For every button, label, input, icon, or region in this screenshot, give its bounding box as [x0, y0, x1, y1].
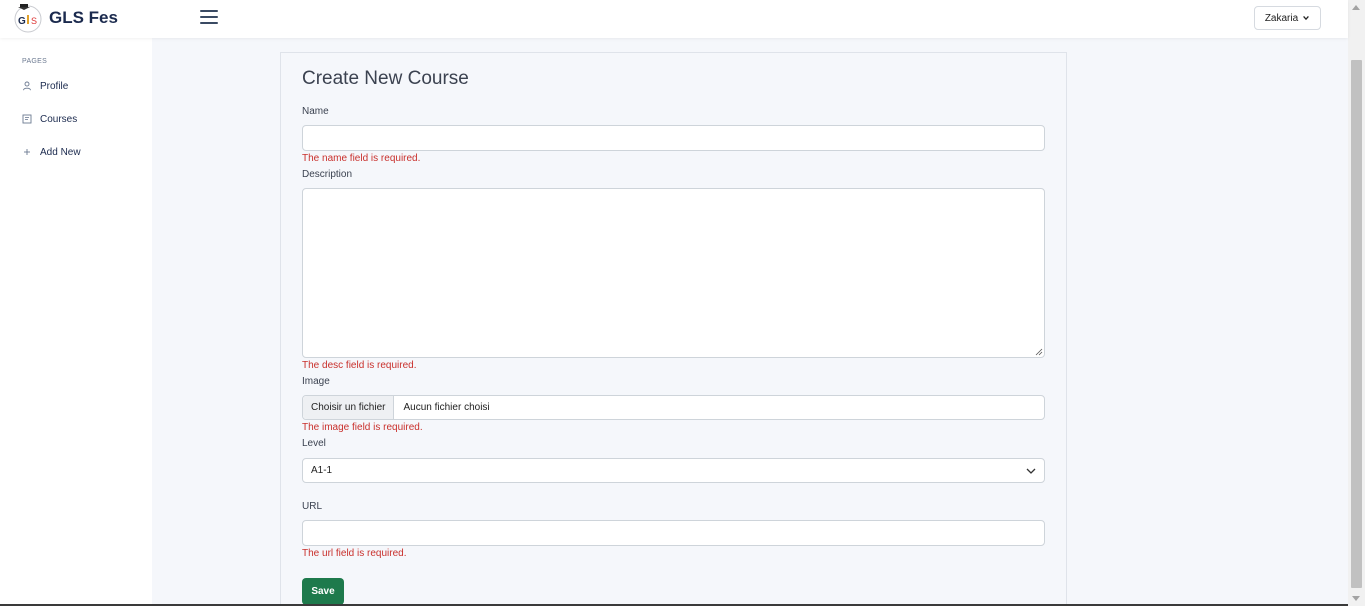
scroll-up-arrow-icon[interactable] — [1352, 5, 1360, 10]
resize-grip-icon[interactable] — [1035, 348, 1043, 356]
save-button[interactable]: Save — [302, 578, 344, 605]
menu-toggle-icon[interactable] — [200, 10, 218, 26]
sidebar-item-label: Courses — [40, 113, 78, 125]
brand[interactable]: G S GLS Fes — [11, 2, 118, 34]
image-file-input[interactable]: Choisir un fichier Aucun fichier choisi — [302, 395, 1045, 420]
image-label: Image — [302, 376, 330, 387]
url-error: The url field is required. — [302, 548, 407, 559]
create-course-card: Create New Course Name The name field is… — [280, 52, 1067, 606]
level-select[interactable]: A1-1 — [302, 458, 1045, 483]
sidebar-item-add-new[interactable]: Add New — [22, 144, 81, 160]
sidebar-item-label: Profile — [40, 80, 69, 92]
level-label: Level — [302, 438, 326, 449]
sidebar: PAGES Profile Courses Add New — [0, 38, 152, 606]
description-error: The desc field is required. — [302, 360, 417, 371]
user-name: Zakaria — [1264, 12, 1299, 24]
chevron-down-icon — [1303, 15, 1310, 21]
user-menu-button[interactable]: Zakaria — [1254, 6, 1321, 30]
svg-text:G: G — [18, 16, 26, 27]
user-icon — [23, 81, 31, 91]
description-textarea[interactable] — [302, 188, 1045, 358]
url-input[interactable] — [302, 520, 1045, 546]
plus-icon — [24, 149, 30, 155]
book-icon — [22, 114, 32, 124]
choose-file-button[interactable]: Choisir un fichier — [303, 396, 395, 419]
svg-text:S: S — [31, 16, 37, 26]
name-input[interactable] — [302, 125, 1045, 151]
name-error: The name field is required. — [302, 153, 421, 164]
page-scrollbar[interactable] — [1348, 0, 1365, 606]
image-error: The image field is required. — [302, 422, 423, 433]
sidebar-item-courses[interactable]: Courses — [22, 111, 77, 127]
brand-text: GLS Fes — [49, 8, 118, 27]
file-status: Aucun fichier choisi — [403, 402, 490, 413]
scroll-thumb[interactable] — [1351, 60, 1362, 588]
top-navbar: G S GLS Fes Zakaria — [0, 0, 1348, 38]
url-label: URL — [302, 501, 323, 512]
sidebar-header: PAGES — [22, 58, 48, 65]
description-label: Description — [302, 169, 353, 180]
scroll-down-arrow-icon[interactable] — [1352, 596, 1360, 601]
chevron-down-icon — [1026, 468, 1036, 474]
sidebar-item-label: Add New — [40, 146, 81, 158]
page-title: Create New Course — [302, 68, 469, 89]
name-label: Name — [302, 106, 329, 117]
sidebar-item-profile[interactable]: Profile — [22, 78, 68, 94]
brand-logo: G S — [11, 2, 45, 34]
level-selected-value: A1-1 — [311, 465, 333, 476]
